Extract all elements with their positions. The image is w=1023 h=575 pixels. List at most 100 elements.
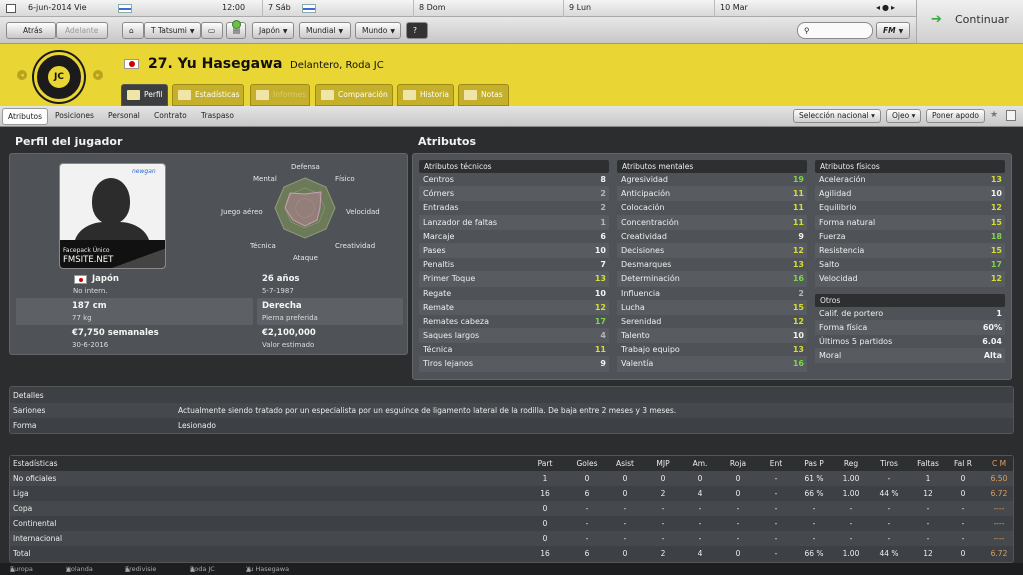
calendar-icon[interactable] [6,4,16,13]
attribute-row[interactable]: Aceleración 13 [815,173,1005,188]
table-row[interactable]: Copa 0- - - - - - - - - - - ---- [10,501,1013,516]
attribute-row[interactable]: Últimos 5 partidos 6.04 [815,335,1005,350]
column-header[interactable]: Am. [681,456,719,471]
attribute-row[interactable]: Penaltis 7 [419,258,609,273]
breadcrumb-item[interactable]: Eredivisie ▲ [125,563,156,575]
set-nickname-button[interactable]: Poner apodo [926,109,985,123]
attribute-row[interactable]: Pases 10 [419,243,609,259]
tab-historia[interactable]: Historia [397,84,454,106]
column-header[interactable]: Roja [719,456,757,471]
japan-menu[interactable]: Japón ▼ [252,22,294,39]
calendar-day[interactable]: 10 Mar [720,3,748,12]
inbox-icon[interactable]: ▭ [201,22,223,39]
attribute-row[interactable]: Remates cabeza 17 [419,315,609,330]
attribute-row[interactable]: Saques largos 4 [419,329,609,344]
tab-notas[interactable]: Notas [458,84,509,106]
attribute-row[interactable]: Agilidad 10 [815,187,1005,202]
column-header[interactable]: Tiros [870,456,908,471]
column-header[interactable]: Goles [568,456,606,471]
scout-button[interactable]: Ojeo ▾ [886,109,922,123]
home-icon[interactable]: ⌂ [122,22,144,39]
world-menu[interactable]: Mundo ▼ [355,22,401,39]
forward-button[interactable]: Adelante [56,22,108,39]
column-header[interactable]: Reg [832,456,870,471]
attribute-row[interactable]: Marcaje 6 [419,230,609,244]
attribute-row[interactable]: Lanzador de faltas 1 [419,215,609,230]
column-header[interactable]: C M [980,456,1018,471]
tab-informes[interactable]: Informes [250,84,310,106]
attribute-row[interactable]: Concentración 11 [617,215,807,230]
table-row[interactable]: Internacional 0- - - - - - - - - - - ---- [10,531,1013,546]
attribute-row[interactable]: Remate 12 [419,300,609,315]
attribute-row[interactable]: Creatividad 9 [617,230,807,244]
attribute-row[interactable]: Forma natural 15 [815,215,1005,230]
attribute-row[interactable]: Resistencia 15 [815,243,1005,259]
column-header[interactable]: Ent [757,456,795,471]
manager-menu[interactable]: T Tatsumi ▼ [144,22,201,39]
column-header[interactable]: Estadísticas [13,456,173,471]
attribute-row[interactable]: Salto 17 [815,258,1005,273]
attribute-row[interactable]: Agresividad 19 [617,173,807,188]
attribute-row[interactable]: Centros 8 [419,173,609,188]
tab-estadisticas[interactable]: Estadísticas [172,84,244,106]
subtab-traspaso[interactable]: Traspaso [201,111,234,120]
tab-comparacion[interactable]: Comparación [315,84,393,106]
attribute-row[interactable]: Fuerza 18 [815,230,1005,244]
calendar-day[interactable]: 9 Lun [569,3,591,12]
attribute-row[interactable]: Trabajo equipo 13 [617,343,807,358]
column-header[interactable]: Fal R [944,456,982,471]
previous-player-icon[interactable]: ◂ [17,70,27,80]
attribute-row[interactable]: Córners 2 [419,187,609,202]
attribute-row[interactable]: Velocidad 12 [815,272,1005,287]
attribute-row[interactable]: Valentía 16 [617,357,807,372]
breadcrumb-item[interactable]: Holanda ▲ [66,563,93,575]
attribute-row[interactable]: Colocación 11 [617,201,807,216]
star-icon[interactable]: ★ [990,110,998,120]
attribute-row[interactable]: Técnica 11 [419,343,609,358]
fm-menu[interactable]: FM ▼ [876,22,910,39]
column-header[interactable]: Pas P [795,456,833,471]
calendar-day[interactable]: 8 Dom [419,3,445,12]
subtab-posiciones[interactable]: Posiciones [55,111,94,120]
search-input[interactable]: ⚲ [797,22,873,39]
attribute-row[interactable]: Determinación 16 [617,272,807,287]
table-row[interactable]: Liga 16 6 0 2 4 0 - 66 % 1.00 44 % 12 0 6.72 [10,486,1013,501]
calendar-nav-icon[interactable]: ◂●▸ [876,3,897,12]
attribute-row[interactable]: Talento 10 [617,329,807,344]
attribute-row[interactable]: Entradas 2 [419,201,609,216]
attribute-row[interactable]: Lucha 15 [617,300,807,315]
column-header[interactable]: Asist [606,456,644,471]
attribute-row[interactable]: Primer Toque 13 [419,272,609,287]
subtab-atributos[interactable]: Atributos [2,108,49,125]
attribute-row[interactable]: Serenidad 12 [617,315,807,330]
national-selection-button[interactable]: Selección nacional ▾ [793,109,881,123]
attribute-row[interactable]: Desmarques 13 [617,258,807,273]
column-header[interactable]: MJP [644,456,682,471]
attribute-row[interactable]: Decisiones 12 [617,243,807,259]
help-icon[interactable]: ? [406,22,428,39]
attribute-row[interactable]: Forma física 60% [815,320,1005,335]
column-header[interactable]: Part [526,456,564,471]
attribute-row[interactable]: Moral Alta [815,349,1005,364]
edit-icon[interactable] [1006,110,1016,121]
attribute-row[interactable]: Calif. de portero 1 [815,307,1005,321]
attribute-row[interactable]: Influencia 2 [617,287,807,301]
column-header[interactable]: Faltas [909,456,947,471]
subtab-contrato[interactable]: Contrato [154,111,187,120]
breadcrumb-item[interactable]: Roda JC ▲ [190,563,215,575]
breadcrumb-item[interactable]: Europa ▲ [10,563,33,575]
world-cup-menu[interactable]: Mundial ▼ [299,22,351,39]
breadcrumb-item[interactable]: Yu Hasegawa ▲ [246,563,289,575]
attribute-row[interactable]: Tiros lejanos 9 [419,357,609,372]
next-player-icon[interactable]: ▸ [93,70,103,80]
table-row[interactable]: Continental 0- - - - - - - - - - - ---- [10,516,1013,531]
tab-perfil[interactable]: Perfil [121,84,168,106]
subtab-personal[interactable]: Personal [108,111,140,120]
attribute-row[interactable]: Equilibrio 12 [815,201,1005,216]
table-row[interactable]: Total 16 6 0 2 4 0 - 66 % 1.00 44 % 12 0 6.72 [10,546,1013,561]
back-button[interactable]: Atrás [6,22,56,39]
calendar-day[interactable]: 7 Sáb [268,3,291,12]
table-row[interactable]: No oficiales 1 0 0 0 0 0 - 61 % 1.00 - 1 0 6.50 [10,471,1013,486]
attribute-row[interactable]: Regate 10 [419,287,609,301]
continue-button[interactable]: ➔ Continuar [916,0,1023,44]
